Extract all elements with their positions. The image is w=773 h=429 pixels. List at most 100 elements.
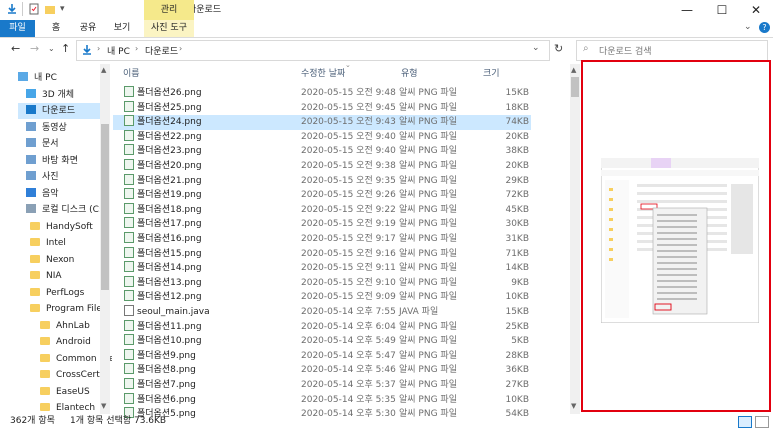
nav-item[interactable]: Nexon <box>30 252 100 268</box>
png-file-icon <box>124 232 134 243</box>
maximize-button[interactable]: ☐ <box>705 0 739 20</box>
address-dropdown-icon[interactable]: ⌄ <box>532 43 540 53</box>
navigation-scrollbar[interactable]: ▲ ▼ <box>100 64 110 414</box>
minimize-button[interactable]: — <box>670 0 704 20</box>
details-view-icon[interactable] <box>738 416 752 428</box>
search-box[interactable]: ⌕ 다운로드 검색 <box>576 40 768 61</box>
nav-item[interactable]: CrossCert <box>40 367 100 383</box>
file-name: 폴더옵션14.png <box>137 263 202 274</box>
column-name[interactable]: 이름 <box>123 64 140 84</box>
nav-item[interactable]: HandySoft <box>30 219 100 235</box>
png-file-icon <box>124 319 134 331</box>
scrollbar-thumb[interactable] <box>101 124 109 290</box>
back-icon[interactable]: ← <box>11 42 20 55</box>
file-row[interactable]: 폴더옵션24.png 2020-05-15 오전 9:43 알씨 PNG 파일 74K… <box>113 115 531 131</box>
file-date: 2020-05-15 오전 9:17 <box>301 234 396 244</box>
tab-view[interactable]: 보기 <box>110 20 134 37</box>
help-icon[interactable]: ? <box>759 22 770 33</box>
nav-item[interactable]: EaseUS <box>40 384 100 400</box>
nav-item-label: 음악 <box>42 188 59 199</box>
file-row[interactable]: 폴더옵션9.png 2020-05-14 오후 5:47 알씨 PNG 파일 28KB <box>113 348 531 364</box>
expand-ribbon-icon[interactable]: ⌄ <box>744 22 752 32</box>
up-icon[interactable]: ↑ <box>61 42 70 55</box>
file-name: 폴더옵션16.png <box>137 234 202 244</box>
recent-locations-icon[interactable]: ⌄ <box>48 44 55 53</box>
column-date[interactable]: 수정한 날짜 <box>301 64 345 84</box>
nav-item[interactable]: Program Files <box>30 301 107 317</box>
folder-icon <box>30 238 40 246</box>
address-bar[interactable]: › 내 PC › 다운로드 › ⌄ <box>76 40 550 61</box>
drive-icon <box>26 204 36 213</box>
folder-icon <box>40 386 50 395</box>
file-row[interactable]: 폴더옵션12.png 2020-05-15 오전 9:09 알씨 PNG 파일 10K… <box>113 290 531 305</box>
file-row[interactable]: 폴더옵션11.png 2020-05-14 오후 6:04 알씨 PNG 파일 25K… <box>113 319 531 335</box>
file-row[interactable]: 폴더옵션22.png 2020-05-15 오전 9:40 알씨 PNG 파일 20K… <box>113 129 531 145</box>
nav-item[interactable]: 3D 개체 <box>26 87 100 103</box>
nav-item-label: 사진 <box>42 172 59 182</box>
new-folder-icon[interactable] <box>44 3 56 15</box>
file-row[interactable]: 폴더옵션8.png 2020-05-14 오후 5:46 알씨 PNG 파일 36KB <box>113 363 531 378</box>
file-type: 알씨 PNG 파일 <box>399 146 457 157</box>
file-list-scrollbar[interactable]: ▲ ▼ <box>570 64 580 414</box>
tab-picture-tools[interactable]: 사진 도구 <box>144 20 194 37</box>
nav-item[interactable]: 동영상 <box>26 120 100 136</box>
file-row[interactable]: 폴더옵션16.png 2020-05-15 오전 9:17 알씨 PNG 파일 31K… <box>113 232 531 247</box>
file-row[interactable]: 폴더옵션26.png 2020-05-15 오전 9:48 알씨 PNG 파일 15K… <box>113 86 531 101</box>
nav-item[interactable]: 바탕 화면 <box>26 153 100 169</box>
file-name: 폴더옵션11.png <box>137 321 202 332</box>
file-row[interactable]: 폴더옵션15.png 2020-05-15 오전 9:16 알씨 PNG 파일 71K… <box>113 246 531 262</box>
tab-home[interactable]: 홈 <box>44 20 68 37</box>
breadcrumb-item-downloads[interactable]: 다운로드 <box>145 44 178 57</box>
nav-item[interactable]: 내 PC <box>18 70 100 86</box>
png-file-icon <box>124 378 134 389</box>
nav-item[interactable]: Common File <box>40 351 112 367</box>
file-size: 10KB <box>505 394 529 405</box>
nav-item[interactable]: Intel <box>30 235 100 251</box>
scrollbar-thumb[interactable] <box>571 77 579 97</box>
tab-share[interactable]: 공유 <box>76 20 100 37</box>
breadcrumb-separator-icon[interactable]: › <box>97 44 100 53</box>
large-icons-view-icon[interactable] <box>755 416 769 428</box>
file-row[interactable]: 폴더옵션21.png 2020-05-15 오전 9:35 알씨 PNG 파일 29K… <box>113 173 531 189</box>
download-icon[interactable] <box>6 3 18 15</box>
file-type: 알씨 PNG 파일 <box>399 350 457 361</box>
breadcrumb-separator-icon[interactable]: › <box>179 44 182 53</box>
nav-item[interactable]: 다운로드 <box>18 103 108 119</box>
nav-item[interactable]: 로컬 디스크 (C:) <box>26 202 105 218</box>
close-button[interactable]: ✕ <box>739 0 773 20</box>
refresh-icon[interactable]: ↻ <box>554 42 563 55</box>
breadcrumb-separator-icon[interactable]: › <box>135 44 138 53</box>
file-row[interactable]: seoul_main.java 2020-05-14 오후 7:55 JAVA 파일… <box>113 305 531 320</box>
column-size[interactable]: 크기 <box>483 64 500 84</box>
file-name: 폴더옵션13.png <box>137 277 202 288</box>
file-row[interactable]: 폴더옵션18.png 2020-05-15 오전 9:22 알씨 PNG 파일 45K… <box>113 202 531 218</box>
3d-objects-icon <box>26 88 36 98</box>
nav-item[interactable]: NIA <box>30 268 100 284</box>
breadcrumb-item-pc[interactable]: 내 PC <box>107 44 130 57</box>
file-row[interactable]: 폴더옵션23.png 2020-05-15 오전 9:40 알씨 PNG 파일 38K… <box>113 144 531 159</box>
file-row[interactable]: 폴더옵션10.png 2020-05-14 오후 5:49 알씨 PNG 파일 5KB <box>113 334 531 349</box>
file-row[interactable]: 폴더옵션14.png 2020-05-15 오전 9:11 알씨 PNG 파일 14K… <box>113 261 531 276</box>
file-row[interactable]: 폴더옵션7.png 2020-05-14 오후 5:37 알씨 PNG 파일 27KB <box>113 378 531 393</box>
forward-icon[interactable]: → <box>30 42 39 55</box>
nav-item[interactable]: Android <box>40 334 100 350</box>
nav-item[interactable]: 사진 <box>26 169 100 185</box>
tab-file[interactable]: 파일 <box>0 20 35 37</box>
nav-item[interactable]: 문서 <box>26 136 100 152</box>
nav-item[interactable]: PerfLogs <box>30 285 100 301</box>
nav-item[interactable]: 음악 <box>26 186 100 202</box>
file-row[interactable]: 폴더옵션6.png 2020-05-14 오후 5:35 알씨 PNG 파일 10KB <box>113 392 531 408</box>
column-type[interactable]: 유형 <box>401 64 418 84</box>
file-date: 2020-05-15 오전 9:40 <box>301 131 396 142</box>
file-row[interactable]: 폴더옵션25.png 2020-05-15 오전 9:45 알씨 PNG 파일 18K… <box>113 100 531 116</box>
file-row[interactable]: 폴더옵션13.png 2020-05-15 오전 9:10 알씨 PNG 파일 9KB <box>113 275 531 291</box>
nav-item[interactable]: AhnLab <box>40 318 100 334</box>
file-row[interactable]: 폴더옵션19.png 2020-05-15 오전 9:26 알씨 PNG 파일 72K… <box>113 188 531 203</box>
nav-item[interactable]: Elantech <box>40 400 100 414</box>
file-row[interactable]: 폴더옵션17.png 2020-05-15 오전 9:19 알씨 PNG 파일 30K… <box>113 217 531 232</box>
qat-dropdown-icon[interactable]: ▾ <box>60 4 65 14</box>
properties-icon[interactable] <box>28 3 40 15</box>
file-type: 알씨 PNG 파일 <box>399 161 457 171</box>
file-row[interactable]: 폴더옵션20.png 2020-05-15 오전 9:38 알씨 PNG 파일 20K… <box>113 159 531 174</box>
file-size: 31KB <box>505 234 529 244</box>
